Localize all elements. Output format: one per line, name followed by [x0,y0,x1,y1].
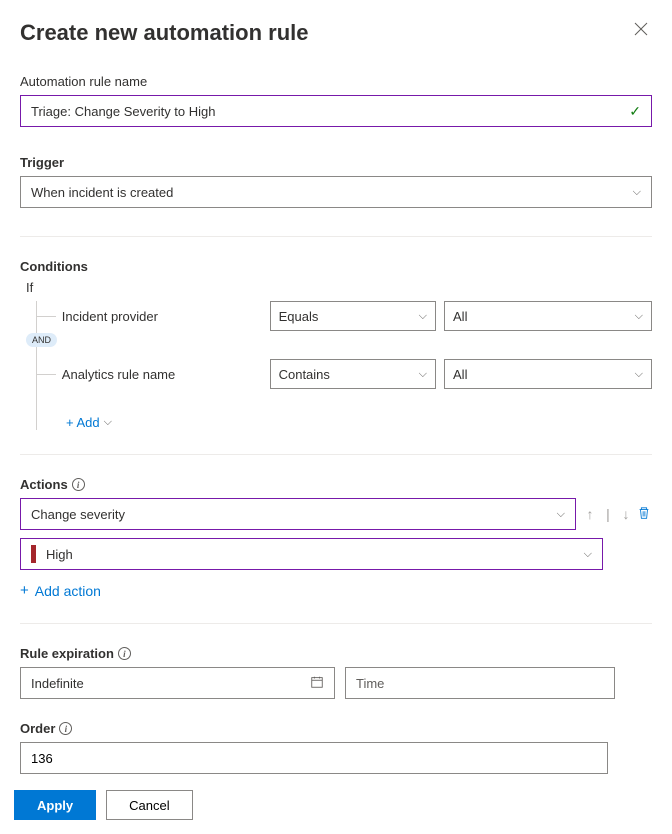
condition-operator-select[interactable]: Contains ⌵ [270,359,436,389]
add-action-link[interactable]: + Add action [20,582,101,599]
expiration-time-input[interactable]: Time [345,667,615,699]
divider [20,623,652,624]
actions-label: Actions i [20,477,652,492]
info-icon[interactable]: i [72,478,85,491]
calendar-icon [310,675,324,692]
apply-button[interactable]: Apply [14,790,96,820]
trigger-value: When incident is created [31,185,633,200]
condition-row: Incident provider Equals ⌵ All ⌵ [36,301,652,331]
severity-color-bar [31,545,36,563]
rule-name-input[interactable]: Triage: Change Severity to High ✓ [20,95,652,127]
condition-value-select[interactable]: All ⌵ [444,301,652,331]
condition-row: Analytics rule name Contains ⌵ All ⌵ [36,359,652,389]
chevron-down-icon: ⌵ [635,310,643,323]
condition-operator-select[interactable]: Equals ⌵ [270,301,436,331]
chevron-down-icon: ⌵ [633,186,641,199]
chevron-down-icon: ⌵ [557,508,565,521]
info-icon[interactable]: i [118,647,131,660]
expiration-date-input[interactable]: Indefinite [20,667,335,699]
condition-field: Incident provider [62,309,270,324]
severity-select[interactable]: High ⌵ [20,538,603,570]
page-title: Create new automation rule [20,20,652,46]
rule-name-label: Automation rule name [20,74,652,89]
chevron-down-icon: ⌵ [104,416,112,429]
if-label: If [26,280,652,295]
conditions-label: Conditions [20,259,652,274]
chevron-down-icon: ⌵ [419,310,427,323]
add-condition-link[interactable]: + Add ⌵ [66,415,112,430]
divider [20,236,652,237]
order-input[interactable] [20,742,608,774]
plus-icon: + [20,582,29,599]
info-icon[interactable]: i [59,722,72,735]
order-label: Order i [20,721,652,736]
action-type-select[interactable]: Change severity ⌵ [20,498,576,530]
move-down-icon[interactable]: ↓ [618,506,634,522]
trash-icon[interactable] [636,506,652,523]
rule-name-value: Triage: Change Severity to High [31,104,629,119]
condition-value-select[interactable]: All ⌵ [444,359,652,389]
divider [20,454,652,455]
and-pill: AND [26,333,57,347]
trigger-select[interactable]: When incident is created ⌵ [20,176,652,208]
chevron-down-icon: ⌵ [584,548,592,561]
divider-icon: | [600,506,616,522]
rule-expiration-label: Rule expiration i [20,646,652,661]
chevron-down-icon: ⌵ [635,368,643,381]
move-up-icon[interactable]: ↑ [582,506,598,522]
condition-field: Analytics rule name [62,367,270,382]
cancel-button[interactable]: Cancel [106,790,192,820]
close-icon[interactable] [634,22,648,41]
checkmark-icon: ✓ [629,103,641,120]
chevron-down-icon: ⌵ [419,368,427,381]
trigger-label: Trigger [20,155,652,170]
